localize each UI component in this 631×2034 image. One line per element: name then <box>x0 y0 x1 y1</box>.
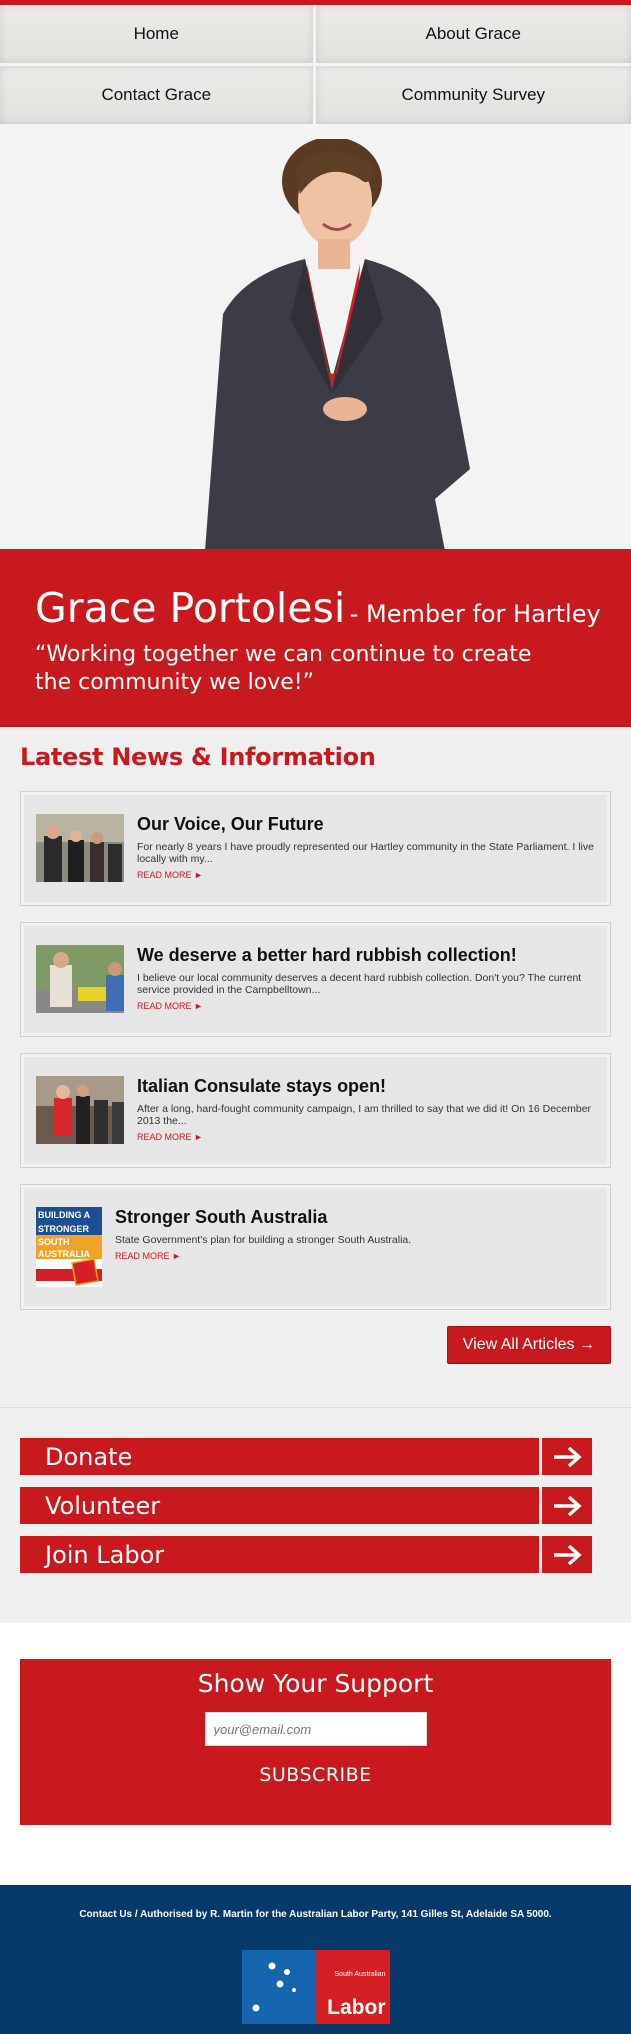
cta-label: Join Labor <box>20 1536 539 1573</box>
portrait-photo <box>205 139 470 549</box>
cta-label: Donate <box>20 1438 539 1475</box>
news-section: Latest News & Information Our Voice, Our… <box>0 727 631 1407</box>
labor-logo: South Australian Labor <box>241 1950 390 2024</box>
news-card: BUILDING A STRONGER SOUTH AUSTRALIA Stro… <box>20 1184 611 1310</box>
nav-home[interactable]: Home <box>0 5 316 66</box>
logo-subtext: South Australian <box>334 1971 386 1978</box>
article-excerpt: I believe our local community deserves a… <box>137 972 582 996</box>
article-thumbnail[interactable]: BUILDING A STRONGER SOUTH AUSTRALIA <box>36 1207 102 1287</box>
thumb-text-line: SOUTH <box>38 1237 70 1247</box>
thumb-text-line: AUSTRALIA <box>38 1249 90 1259</box>
article-thumbnail[interactable] <box>36 945 124 1013</box>
news-card: Our Voice, Our Future For nearly 8 years… <box>20 791 611 906</box>
article-title[interactable]: Italian Consulate stays open! <box>137 1076 595 1097</box>
article-excerpt: For nearly 8 years I have proudly repres… <box>137 841 594 865</box>
article-title[interactable]: Our Voice, Our Future <box>137 814 595 835</box>
article-excerpt: State Government's plan for building a s… <box>115 1234 412 1246</box>
read-more-link[interactable]: READ MORE ► <box>137 870 203 880</box>
article-thumbnail[interactable] <box>36 1076 124 1144</box>
action-buttons: Donate Volunteer Join Labor <box>0 1407 631 1623</box>
southern-cross-icon <box>241 1950 316 2024</box>
read-more-link[interactable]: READ MORE ► <box>137 1001 203 1011</box>
arrow-right-icon <box>542 1536 592 1573</box>
nav-community-survey[interactable]: Community Survey <box>315 66 631 127</box>
footer: Contact Us / Authorised by R. Martin for… <box>0 1885 631 2034</box>
arrow-right-icon <box>542 1487 592 1524</box>
article-excerpt: After a long, hard-fought community camp… <box>137 1103 592 1127</box>
headline-banner: Grace Portolesi - Member for Hartley “Wo… <box>0 549 631 727</box>
nav-contact-grace[interactable]: Contact Grace <box>0 66 316 127</box>
thumb-text-line: BUILDING A <box>38 1210 91 1220</box>
email-field[interactable] <box>204 1712 427 1746</box>
article-title[interactable]: Stronger South Australia <box>115 1207 595 1228</box>
nav-about-grace[interactable]: About Grace <box>315 5 631 66</box>
volunteer-button[interactable]: Volunteer <box>20 1487 611 1524</box>
subscribe-button[interactable]: SUBSCRIBE <box>20 1764 611 1786</box>
article-thumbnail[interactable] <box>36 814 124 882</box>
view-all-articles-button[interactable]: View All Articles → <box>446 1326 611 1364</box>
support-title: Show Your Support <box>197 1669 434 1698</box>
thumb-text-line: STRONGER <box>38 1224 90 1234</box>
hero <box>0 127 631 549</box>
join-labor-button[interactable]: Join Labor <box>20 1536 611 1573</box>
read-more-link[interactable]: READ MORE ► <box>137 1132 203 1142</box>
campaign-quote: “Working together we can continue to cre… <box>35 642 532 695</box>
read-more-link[interactable]: READ MORE ► <box>115 1251 181 1261</box>
section-title: Latest News & Information <box>20 743 376 771</box>
news-card: Italian Consulate stays open! After a lo… <box>20 1053 611 1168</box>
arrow-right-icon <box>542 1438 592 1475</box>
candidate-name: Grace Portolesi <box>35 584 346 632</box>
main-navigation: Home About Grace Contact Grace Community… <box>0 5 631 127</box>
article-title[interactable]: We deserve a better hard rubbish collect… <box>137 945 595 966</box>
logo-wordmark: Labor <box>327 1996 386 2019</box>
donate-button[interactable]: Donate <box>20 1438 611 1475</box>
cta-label: Volunteer <box>20 1487 539 1524</box>
subscribe-panel: Show Your Support SUBSCRIBE <box>20 1659 611 1825</box>
support-section: Show Your Support SUBSCRIBE <box>0 1623 631 1885</box>
candidate-role: - Member for Hartley <box>349 600 601 628</box>
news-card: We deserve a better hard rubbish collect… <box>20 922 611 1037</box>
footer-authorisation[interactable]: Contact Us / Authorised by R. Martin for… <box>0 1909 631 1920</box>
